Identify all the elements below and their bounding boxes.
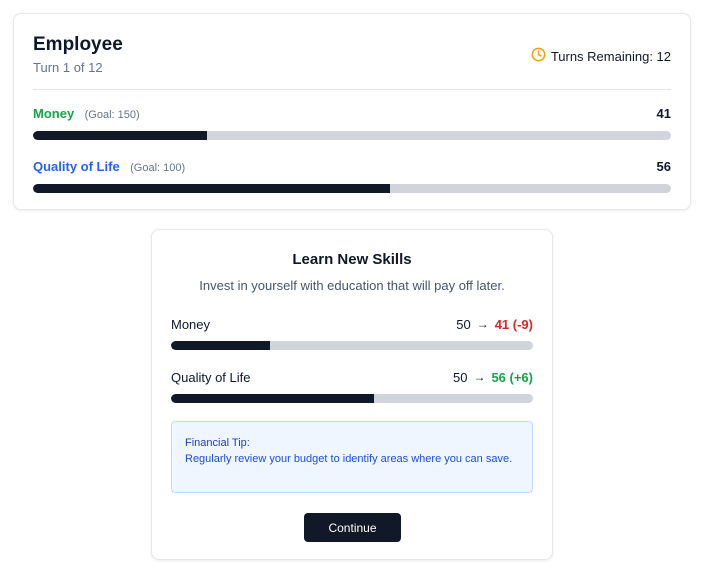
stat-qol-value: 56 (656, 159, 671, 174)
turn-counter: Turn 1 of 12 (33, 60, 103, 75)
stat-quality-of-life: Quality of Life (Goal: 100) 56 (33, 158, 671, 193)
tip-title: Financial Tip: (185, 437, 250, 449)
turns-remaining-label: Turns Remaining: 12 (550, 48, 671, 64)
effect-qol-from: 50 (452, 369, 468, 385)
stat-money-value: 41 (656, 106, 671, 121)
effect-money: Money 50 → 41 (-9) (171, 315, 533, 350)
effect-money-label: Money (171, 316, 211, 332)
effect-qol-bar (171, 394, 533, 403)
clock-icon (531, 47, 546, 65)
continue-button[interactable]: Continue (304, 513, 401, 542)
tip-text: Regularly review your budget to identify… (185, 453, 513, 465)
stat-qol-label: Quality of Life (33, 159, 120, 174)
effect-money-to: 41 (-9) (494, 316, 533, 332)
effect-money-bar (171, 341, 533, 350)
effect-quality-of-life: Quality of Life 50 → 56 (+6) (171, 368, 533, 403)
role-title: Employee (33, 34, 123, 55)
arrow-right-icon: → (476, 317, 489, 331)
qol-progress-bar (33, 184, 671, 193)
effect-qol-to: 56 (+6) (491, 369, 533, 385)
skill-result-card: Learn New Skills Invest in yourself with… (151, 229, 553, 560)
money-progress-fill (33, 131, 208, 140)
status-card: Employee Turn 1 of 12 Turns Remaining: 1… (13, 13, 691, 210)
effect-qol-fill (171, 394, 374, 403)
skill-title: Learn New Skills (292, 251, 412, 268)
stat-money-label: Money (33, 106, 75, 121)
turns-remaining: Turns Remaining: 12 (531, 47, 671, 65)
stat-money: Money (Goal: 150) 41 (33, 105, 671, 140)
stat-qol-goal: (Goal: 100) (130, 162, 186, 174)
qol-progress-fill (33, 184, 391, 193)
money-progress-bar (33, 131, 671, 140)
effect-money-from: 50 (456, 316, 471, 332)
skill-description: Invest in yourself with education that w… (199, 278, 505, 293)
stat-money-goal: (Goal: 150) (84, 109, 140, 121)
divider (33, 89, 671, 90)
arrow-right-icon: → (473, 370, 486, 384)
financial-tip: Financial Tip: Regularly review your bud… (171, 421, 533, 493)
effect-money-fill (171, 341, 270, 350)
effect-qol-label: Quality of Life (171, 369, 251, 385)
